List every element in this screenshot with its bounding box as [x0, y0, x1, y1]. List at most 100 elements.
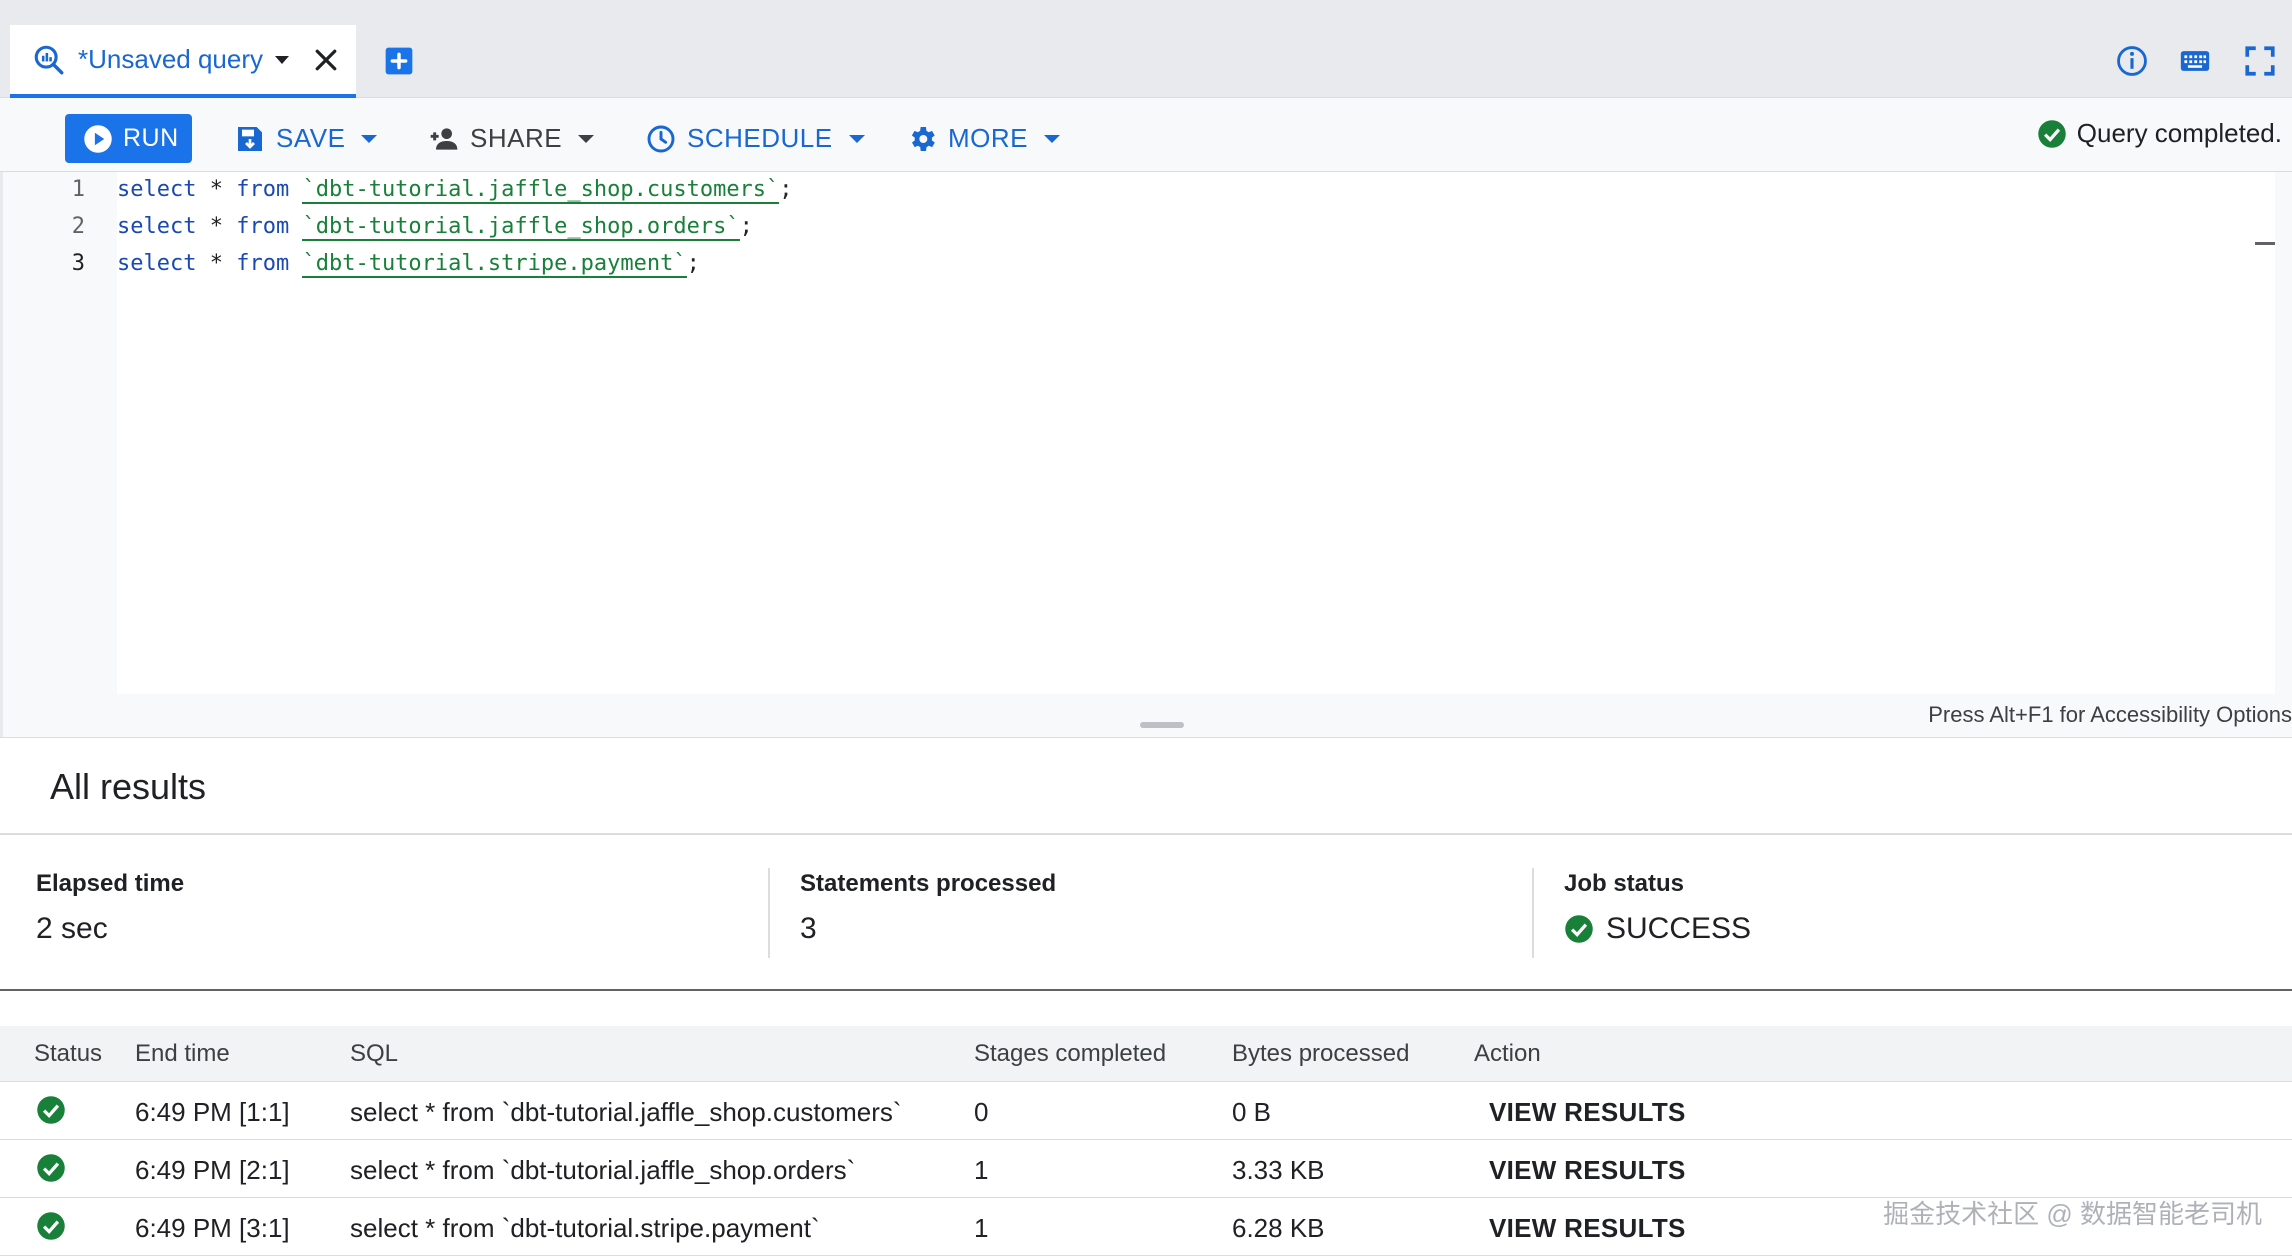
chevron-down-icon — [578, 134, 595, 143]
operator: * — [196, 251, 237, 276]
view-results-button[interactable]: VIEW RESULTS — [1489, 1155, 1686, 1186]
end-time-cell: 6:49 PM [1:1] — [135, 1097, 290, 1127]
table-reference[interactable]: `dbt-tutorial.jaffle_shop.customers` — [302, 177, 780, 204]
run-label: RUN — [123, 124, 179, 152]
code-line[interactable]: select * from `dbt-tutorial.jaffle_shop.… — [117, 177, 793, 204]
column-header: Status — [34, 1040, 103, 1067]
chevron-down-icon — [848, 134, 865, 143]
end-time-cell: 6:49 PM [3:1] — [135, 1213, 290, 1243]
elapsed-time-card: Elapsed time 2 sec — [36, 870, 184, 960]
bytes-cell: 3.33 KB — [1232, 1155, 1325, 1185]
status-cell — [36, 1211, 66, 1248]
sql-cell: select * from `dbt-tutorial.stripe.payme… — [350, 1213, 820, 1243]
save-icon — [238, 126, 262, 151]
job-status-value: SUCCESS — [1564, 912, 1751, 946]
schedule-button[interactable]: SCHEDULE — [645, 114, 865, 163]
terminator: ; — [686, 251, 700, 276]
statements-card: Statements processed 3 — [800, 870, 1056, 960]
sql-editor[interactable]: 1 2 3 select * from `dbt-tutorial.jaffle… — [0, 172, 2292, 737]
job-summary: Elapsed time 2 sec Statements processed … — [0, 836, 2292, 991]
play-icon — [84, 124, 112, 153]
share-button[interactable]: SHARE — [428, 114, 595, 163]
column-header: End time — [135, 1040, 230, 1067]
elapsed-label: Elapsed time — [36, 870, 185, 897]
tab-bar: *Unsaved query — [0, 0, 2292, 98]
bytes-cell: 0 B — [1232, 1097, 1272, 1127]
line-number: 1 — [71, 177, 85, 202]
check-circle-icon — [1565, 915, 1593, 943]
fullscreen-icon[interactable] — [2243, 44, 2277, 78]
check-circle-icon — [37, 1154, 65, 1182]
check-circle-icon — [2038, 119, 2066, 148]
run-button[interactable]: RUN — [65, 114, 192, 163]
statements-label: Statements processed — [800, 870, 1057, 897]
code-area[interactable]: select * from `dbt-tutorial.jaffle_shop.… — [117, 172, 2275, 694]
chevron-down-icon — [361, 134, 378, 143]
check-circle-icon — [37, 1096, 65, 1124]
results-header: All results — [0, 737, 2292, 835]
save-button[interactable]: SAVE — [234, 114, 378, 163]
add-person-icon — [430, 127, 458, 150]
terminator: ; — [779, 177, 793, 202]
status-cell — [36, 1095, 66, 1132]
code-line[interactable]: select * from `dbt-tutorial.jaffle_shop.… — [117, 214, 753, 241]
keyword: from — [236, 251, 290, 276]
line-number-gutter: 1 2 3 — [3, 172, 115, 692]
share-label: SHARE — [470, 123, 563, 153]
more-label: MORE — [948, 123, 1028, 153]
divider — [768, 868, 770, 958]
job-status-label: Job status — [1564, 870, 1685, 897]
statements-value: 3 — [800, 912, 817, 945]
stages-cell: 1 — [974, 1155, 989, 1185]
info-icon[interactable] — [2115, 44, 2149, 78]
table-reference[interactable]: `dbt-tutorial.stripe.payment` — [302, 251, 687, 278]
divider — [1532, 868, 1534, 958]
column-header: SQL — [350, 1040, 399, 1067]
close-icon[interactable] — [311, 45, 341, 75]
elapsed-value: 2 sec — [36, 912, 108, 945]
stages-cell: 0 — [974, 1097, 989, 1127]
column-header: Action — [1474, 1040, 1541, 1067]
sql-cell: select * from `dbt-tutorial.jaffle_shop.… — [350, 1097, 902, 1127]
code-line[interactable]: select * from `dbt-tutorial.stripe.payme… — [117, 251, 700, 278]
table-row: 6:49 PM [2:1] select * from `dbt-tutoria… — [0, 1140, 2292, 1198]
keyword: from — [236, 214, 290, 239]
gear-icon — [911, 126, 935, 151]
operator: * — [196, 177, 237, 202]
column-header: Stages completed — [974, 1040, 1167, 1067]
stages-cell: 1 — [974, 1213, 989, 1243]
keyboard-icon[interactable] — [2178, 44, 2212, 78]
keyword: select — [117, 177, 197, 202]
add-tab-icon[interactable] — [383, 45, 415, 77]
table-header: Status End time SQL Stages completed Byt… — [0, 1026, 2292, 1082]
accessibility-hint: Press Alt+F1 for Accessibility Options — [1928, 702, 2292, 727]
job-status-card: Job status SUCCESS — [1564, 870, 1751, 960]
end-time-cell: 6:49 PM [2:1] — [135, 1155, 290, 1185]
job-status-text: SUCCESS — [1606, 912, 1752, 945]
more-button[interactable]: MORE — [906, 114, 1060, 163]
chevron-down-icon[interactable] — [275, 55, 289, 64]
tab-unsaved-query[interactable]: *Unsaved query — [10, 25, 356, 98]
sql-cell: select * from `dbt-tutorial.jaffle_shop.… — [350, 1155, 856, 1185]
table-row: 6:49 PM [1:1] select * from `dbt-tutoria… — [0, 1082, 2292, 1140]
keyword: select — [117, 214, 197, 239]
view-results-button[interactable]: VIEW RESULTS — [1489, 1213, 1686, 1244]
table-reference[interactable]: `dbt-tutorial.jaffle_shop.orders` — [302, 214, 740, 241]
line-number: 3 — [71, 251, 85, 276]
keyword: select — [117, 251, 197, 276]
clock-icon — [647, 125, 675, 152]
query-toolbar: RUN SAVE SHARE SCHEDULE MORE Query compl… — [0, 98, 2292, 172]
query-status: Query completed. — [2037, 118, 2282, 149]
view-results-button[interactable]: VIEW RESULTS — [1489, 1097, 1686, 1128]
schedule-label: SCHEDULE — [687, 123, 833, 153]
scrollbar-marker — [2255, 242, 2275, 245]
tab-title: *Unsaved query — [78, 44, 263, 74]
resize-handle[interactable] — [1140, 722, 1184, 728]
query-icon — [34, 45, 64, 74]
status-cell — [36, 1153, 66, 1190]
results-title: All results — [50, 766, 207, 807]
column-header: Bytes processed — [1232, 1040, 1410, 1067]
bytes-cell: 6.28 KB — [1232, 1213, 1325, 1243]
status-text: Query completed. — [2076, 118, 2282, 148]
operator: * — [196, 214, 237, 239]
